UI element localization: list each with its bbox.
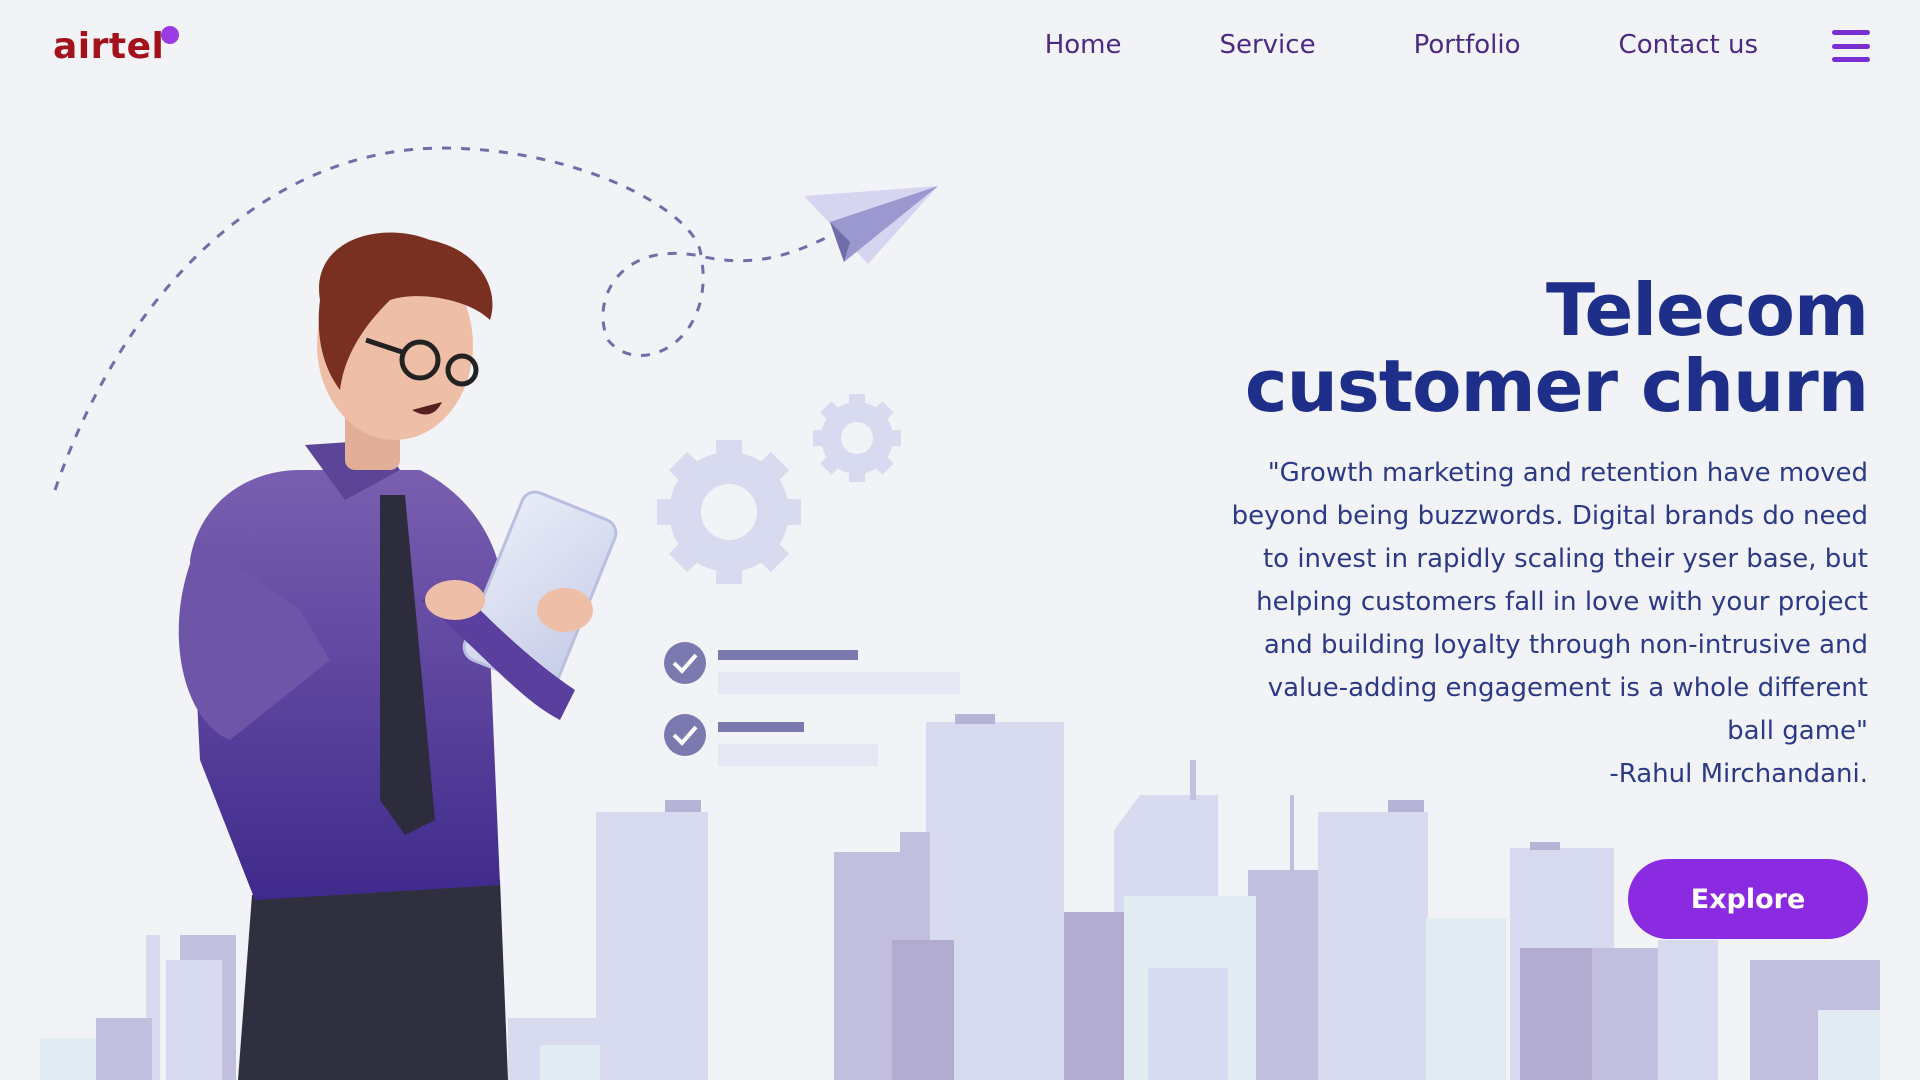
gear-icon (813, 394, 901, 482)
explore-button[interactable]: Explore (1628, 859, 1868, 939)
quote-line: beyond being buzzwords. Digital brands d… (1231, 501, 1868, 531)
quote-line: and building loyalty through non-intrusi… (1263, 630, 1868, 660)
hero-title: Telecom customer churn (1228, 272, 1869, 424)
quote-author: -Rahul Mirchandani. (1609, 759, 1868, 789)
hero-section: Telecom customer churn "Growth marketing… (1228, 272, 1869, 796)
gear-icon (657, 440, 801, 584)
businessman-with-tablet (178, 232, 618, 1080)
hero-title-line: customer churn (1244, 344, 1869, 428)
hero-quote: "Growth marketing and retention have mov… (1228, 452, 1868, 753)
quote-line: ball game" (1727, 716, 1868, 746)
hero-title-line: Telecom (1545, 268, 1869, 352)
paper-plane-icon (804, 186, 938, 264)
quote-line: "Growth marketing and retention have mov… (1267, 458, 1868, 488)
checkmark-icon (664, 714, 706, 756)
quote-line: to invest in rapidly scaling their yser … (1262, 544, 1868, 574)
quote-line: helping customers fall in love with your… (1256, 587, 1868, 617)
quote-line: value-adding engagement is a whole diffe… (1267, 673, 1868, 703)
checkmark-icon (664, 642, 706, 684)
checklist (664, 642, 960, 766)
